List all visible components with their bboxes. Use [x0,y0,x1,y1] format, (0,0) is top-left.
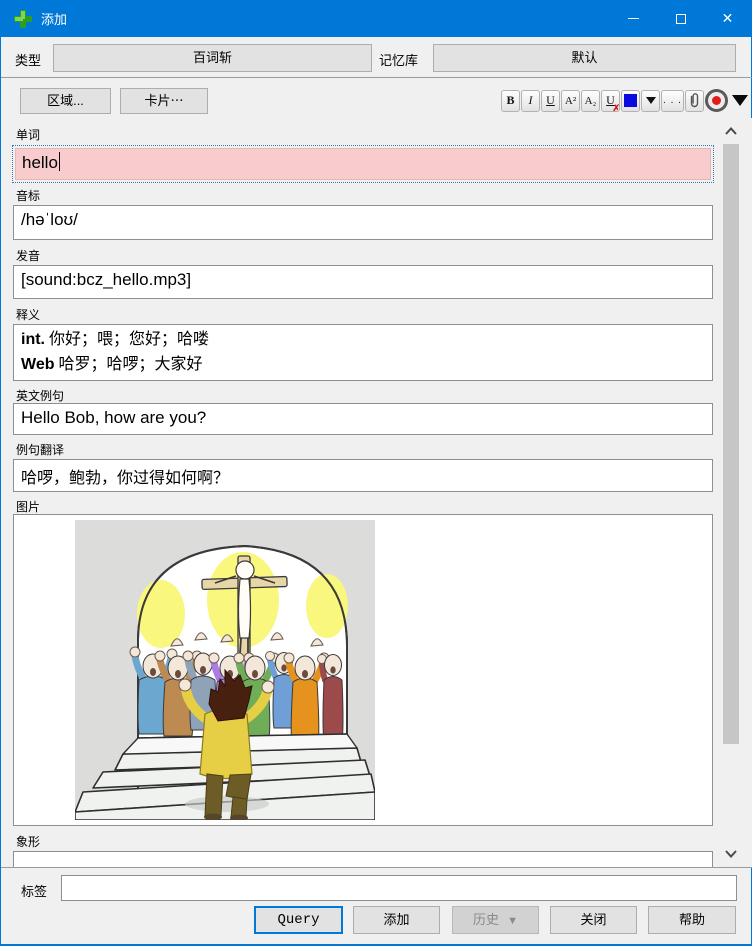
scrollbar-thumb[interactable] [723,144,739,744]
add-note-dialog: 添加 ✕ 类型 百词斩 记忆库 默认 区域... 卡片⋯ B I U A² A₂… [0,0,752,946]
history-label: 历史 [473,912,499,927]
meaning-text-2: 哈罗；哈啰；大家好 [54,356,202,373]
meaning-field-label: 释义 [16,306,40,323]
record-dot-icon [712,96,721,105]
close-dialog-button[interactable]: 关闭 [550,906,637,934]
more-options-button[interactable]: . . . [661,90,684,112]
sound-field-label: 发音 [16,247,40,264]
superscript-button[interactable]: A² [561,90,580,112]
minimize-button[interactable] [610,0,657,37]
scroll-up-button[interactable] [723,122,739,140]
tags-input[interactable] [61,875,737,901]
deck-button[interactable]: 默认 [433,44,736,72]
add-button[interactable]: 添加 [353,906,440,934]
bold-button[interactable]: B [501,90,520,112]
chevron-down-icon [725,850,737,858]
maximize-icon [676,14,686,24]
tags-label: 标签 [21,881,47,900]
chevron-up-icon [725,127,737,135]
example-cn-field-label: 例句翻译 [16,441,64,458]
color-dropdown-button[interactable] [641,90,660,112]
example-en-field-label: 英文例句 [16,387,64,404]
history-button[interactable]: 历史 ▼ [452,906,539,934]
fields-button[interactable]: 区域... [20,88,111,114]
close-button[interactable]: ✕ [704,0,751,37]
help-button[interactable]: 帮助 [648,906,736,934]
underline-button[interactable]: U [541,90,560,112]
picture-field-label: 图片 [16,498,40,515]
word-field-text: hello [22,153,58,172]
note-type-label: 类型 [15,50,41,69]
text-caret [59,152,61,171]
phonetic-field-label: 音标 [16,187,40,204]
fields-scroll-area: 单词 hello 音标 /həˈloʊ/ 发音 [sound:bcz_hello… [1,118,752,868]
dropdown-arrow-icon [646,97,656,104]
word-field-label: 单词 [16,126,40,143]
italic-button[interactable]: I [521,90,540,112]
query-button[interactable]: Query [254,906,343,934]
phonetic-field[interactable]: /həˈloʊ/ [13,205,713,240]
pictograph-field[interactable] [13,851,713,868]
attach-button[interactable] [685,90,704,112]
close-icon: ✕ [722,12,734,26]
church-cartoon-image [75,520,375,820]
text-color-button[interactable] [621,90,640,112]
color-swatch-icon [624,94,637,107]
word-field-focus-ring: hello [12,145,714,183]
toolbar-dropdown-icon[interactable] [732,95,748,106]
subscript-button[interactable]: A₂ [581,90,600,112]
word-field[interactable]: hello [15,148,711,180]
add-plus-icon [13,9,33,29]
meaning-field[interactable]: int. 你好；喂；您好；哈喽 Web 哈罗；哈啰；大家好 [13,324,713,381]
record-audio-button[interactable] [705,89,728,112]
remove-format-button[interactable]: U✗ [601,90,620,112]
picture-field[interactable] [13,514,713,826]
meaning-line-2: Web 哈罗；哈啰；大家好 [21,352,705,377]
minimize-icon [628,18,639,19]
pos-tag: int. [21,331,45,348]
header-separator [1,77,752,78]
web-tag: Web [21,356,54,373]
history-dropdown-icon: ▼ [507,908,518,934]
sound-field[interactable]: [sound:bcz_hello.mp3] [13,265,713,299]
example-cn-field[interactable]: 哈啰，鲍勃，你过得如何啊？ [13,459,713,492]
meaning-line-1: int. 你好；喂；您好；哈喽 [21,327,705,352]
vertical-scrollbar[interactable] [720,119,742,867]
titlebar: 添加 ✕ [1,0,751,37]
window-title: 添加 [41,9,67,28]
meaning-text-1: 你好；喂；您好；哈喽 [45,331,209,348]
example-en-field[interactable]: Hello Bob, how are you? [13,403,713,435]
red-x-icon: ✗ [612,103,620,114]
maximize-button[interactable] [657,0,704,37]
format-toolbar: B I U A² A₂ U✗ . . . [501,88,748,113]
note-type-button[interactable]: 百词斩 [53,44,372,72]
pictograph-field-label: 象形 [16,833,40,850]
paperclip-icon [688,92,701,109]
scroll-down-button[interactable] [723,845,739,863]
deck-label: 记忆库 [379,50,418,69]
cards-button[interactable]: 卡片⋯ [120,88,208,114]
